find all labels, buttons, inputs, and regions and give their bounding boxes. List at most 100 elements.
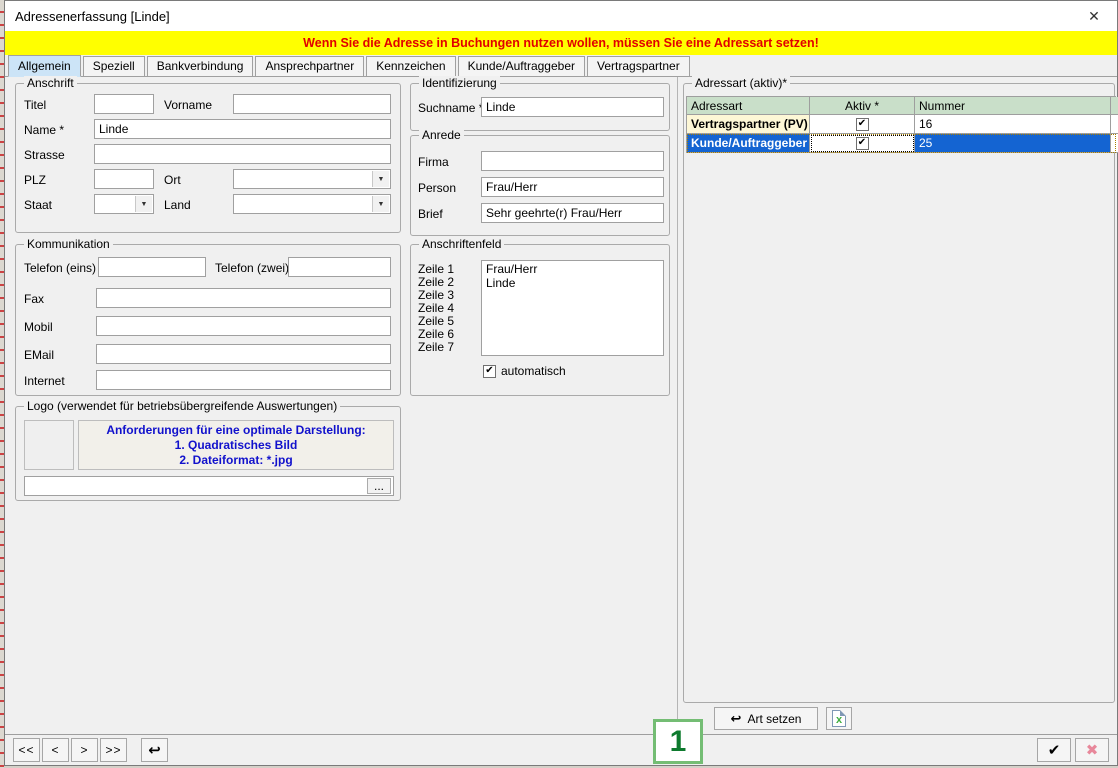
person-label: Person [418, 181, 456, 195]
logo-path-field[interactable] [24, 476, 394, 496]
chevron-down-icon[interactable]: ▼ [135, 196, 152, 212]
chevron-down-icon[interactable]: ▼ [372, 196, 389, 212]
group-anschrift-legend: Anschrift [24, 76, 77, 90]
aktiv-checkbox[interactable]: ✔ [856, 137, 869, 150]
art-setzen-button[interactable]: ↩ Art setzen [714, 707, 818, 730]
fax-label: Fax [24, 292, 44, 306]
tab-bankverbindung[interactable]: Bankverbindung [147, 56, 254, 76]
brief-label: Brief [418, 207, 443, 221]
adressart-toolbar: ↩ Art setzen x [678, 705, 1117, 732]
group-anschrift: Anschrift Titel Vorname Name * Strasse P… [15, 83, 401, 233]
staat-dropdown[interactable]: ▼ [94, 194, 154, 214]
excel-export-icon: x [832, 710, 846, 727]
mobil-field[interactable] [96, 316, 391, 336]
close-icon[interactable]: ✕ [1071, 1, 1117, 31]
confirm-button[interactable]: ✔ [1037, 738, 1071, 762]
check-icon: ✔ [858, 138, 866, 148]
group-anrede-legend: Anrede [419, 128, 464, 142]
ort-dropdown[interactable]: ▼ [233, 169, 391, 189]
logo-preview [24, 420, 74, 470]
nav-prev-button[interactable]: < [42, 738, 69, 762]
zeile7-label: Zeile 7 [418, 340, 454, 354]
fax-field[interactable] [96, 288, 391, 308]
email-label: EMail [24, 348, 54, 362]
firma-label: Firma [418, 155, 449, 169]
zeile3-label: Zeile 3 [418, 288, 454, 302]
tab-ansprechpartner[interactable]: Ansprechpartner [255, 56, 364, 76]
suchname-field[interactable] [481, 97, 664, 117]
automatisch-checkbox[interactable]: ✔ [483, 365, 496, 378]
group-identifizierung: Identifizierung Suchname * [410, 83, 670, 131]
plz-field[interactable] [94, 169, 154, 189]
zeile4-label: Zeile 4 [418, 301, 454, 315]
firma-field[interactable] [481, 151, 664, 171]
group-kommunikation-legend: Kommunikation [24, 237, 113, 251]
tab-speziell[interactable]: Speziell [83, 56, 145, 76]
titel-field[interactable] [94, 94, 154, 114]
staat-label: Staat [24, 198, 52, 212]
tab-kunde-auftraggeber[interactable]: Kunde/Auftraggeber [458, 56, 585, 76]
anschriftenfeld-textarea[interactable]: Frau/Herr Linde [481, 260, 664, 356]
telefon1-field[interactable] [98, 257, 206, 277]
group-anschriftenfeld-legend: Anschriftenfeld [419, 237, 504, 251]
nav-last-button[interactable]: >> [100, 738, 127, 762]
person-field[interactable] [481, 177, 664, 197]
internet-label: Internet [24, 374, 65, 388]
undo-arrow-icon: ↩ [731, 711, 742, 727]
mobil-label: Mobil [24, 320, 53, 334]
land-label: Land [164, 198, 191, 212]
group-anschriftenfeld: Anschriftenfeld Zeile 1 Zeile 2 Zeile 3 … [410, 244, 670, 396]
excel-export-button[interactable]: x [826, 707, 852, 730]
warning-banner: Wenn Sie die Adresse in Buchungen nutzen… [5, 31, 1117, 55]
adressenerfassung-window: Adressenerfassung [Linde] ✕ Wenn Sie die… [4, 0, 1118, 766]
land-dropdown[interactable]: ▼ [233, 194, 391, 214]
content-area: Anschrift Titel Vorname Name * Strasse P… [5, 77, 1117, 734]
nav-first-button[interactable]: << [13, 738, 40, 762]
group-identifizierung-legend: Identifizierung [419, 76, 500, 90]
name-field[interactable] [94, 119, 391, 139]
annotation-badge-1: 1 [653, 719, 703, 764]
tab-allgemein[interactable]: Allgemein [8, 55, 81, 77]
title-bar: Adressenerfassung [Linde] ✕ [5, 1, 1117, 31]
tab-vertragspartner[interactable]: Vertragspartner [587, 56, 690, 76]
strasse-field[interactable] [94, 144, 391, 164]
check-icon: ✔ [858, 119, 866, 129]
vorname-label: Vorname [164, 98, 212, 112]
table-filler [1111, 97, 1118, 115]
brief-field[interactable] [481, 203, 664, 223]
art-setzen-label: Art setzen [747, 712, 801, 726]
check-icon: ✔ [485, 366, 493, 376]
table-row-vertragspartner[interactable]: Vertragspartner (PV) ✔ 16 [687, 115, 1116, 134]
internet-field[interactable] [96, 370, 391, 390]
logo-requirements-note: Anforderungen für eine optimale Darstell… [78, 420, 394, 470]
right-panel: Adressart (aktiv)* Adressart Aktiv * Num… [677, 77, 1117, 734]
adressart-table: Adressart Aktiv * Nummer Vertragspartner… [686, 96, 1116, 153]
automatisch-label: automatisch [501, 364, 566, 378]
tab-strip: Allgemein Speziell Bankverbindung Anspre… [5, 55, 1117, 77]
status-bar: << < > >> ↩ ✔ ✖ [5, 734, 1117, 765]
group-kommunikation: Kommunikation Telefon (eins) Telefon (zw… [15, 244, 401, 396]
vorname-field[interactable] [233, 94, 391, 114]
column-adressart: Adressart [687, 97, 810, 115]
email-field[interactable] [96, 344, 391, 364]
group-logo: Logo (verwendet für betriebsübergreifend… [15, 406, 401, 501]
telefon1-label: Telefon (eins) [24, 261, 96, 275]
column-nummer: Nummer [915, 97, 1111, 115]
ort-label: Ort [164, 173, 181, 187]
screen: Adressenerfassung [Linde] ✕ Wenn Sie die… [0, 0, 1118, 768]
telefon2-field[interactable] [288, 257, 391, 277]
tab-kennzeichen[interactable]: Kennzeichen [366, 56, 455, 76]
group-logo-legend: Logo (verwendet für betriebsübergreifend… [24, 399, 340, 413]
warning-text: Wenn Sie die Adresse in Buchungen nutzen… [303, 36, 819, 50]
undo-button[interactable]: ↩ [141, 738, 168, 762]
zeile6-label: Zeile 6 [418, 327, 454, 341]
browse-button[interactable]: ... [367, 478, 391, 494]
aktiv-checkbox[interactable]: ✔ [856, 118, 869, 131]
nav-next-button[interactable]: > [71, 738, 98, 762]
titel-label: Titel [24, 98, 46, 112]
table-row-kunde-auftraggeber[interactable]: Kunde/Auftraggeber ✔ 25 [687, 134, 1116, 153]
chevron-down-icon[interactable]: ▼ [372, 171, 389, 187]
window-title: Adressenerfassung [Linde] [15, 9, 170, 24]
cancel-button[interactable]: ✖ [1075, 738, 1109, 762]
group-adressart: Adressart (aktiv)* Adressart Aktiv * Num… [683, 83, 1115, 703]
